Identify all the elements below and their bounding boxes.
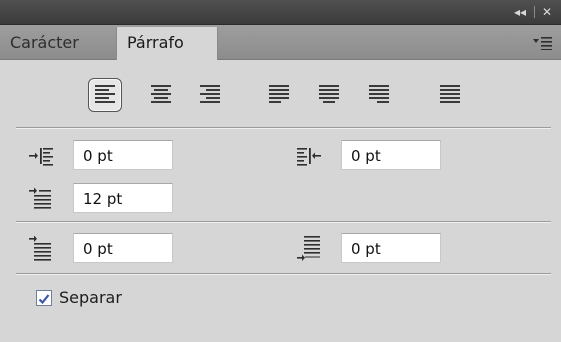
align-left-icon: [95, 85, 115, 103]
first-line-indent-field[interactable]: 12 pt: [73, 183, 173, 213]
justify-last-center-button[interactable]: [312, 78, 346, 112]
first-line-indent-icon: [28, 186, 58, 212]
align-right-button[interactable]: [193, 78, 227, 112]
tab-paragraph[interactable]: Párrafo: [116, 27, 218, 60]
left-indent-icon: [28, 143, 58, 169]
justify-last-center-icon: [319, 85, 339, 103]
hyphenate-checkbox[interactable]: [36, 290, 52, 306]
title-bar-separator: [534, 6, 535, 18]
right-indent-field[interactable]: 0 pt: [341, 140, 441, 170]
justify-all-button[interactable]: [433, 78, 467, 112]
justify-last-left-button[interactable]: [262, 78, 296, 112]
justify-last-left-icon: [269, 85, 289, 103]
align-center-icon: [151, 85, 171, 103]
right-indent-icon: [296, 143, 326, 169]
align-right-icon: [200, 85, 220, 103]
align-left-button[interactable]: [88, 78, 122, 112]
panel-title-bar[interactable]: ◂◂ ✕: [0, 0, 561, 25]
space-before-field[interactable]: 0 pt: [73, 233, 173, 263]
section-divider: [16, 221, 551, 223]
space-before-icon: [28, 235, 58, 261]
hyphenate-label[interactable]: Separar: [59, 288, 122, 308]
justify-last-right-icon: [369, 85, 389, 103]
checkmark-icon: [38, 294, 50, 305]
justify-last-right-button[interactable]: [362, 78, 396, 112]
collapse-arrows-icon[interactable]: ◂◂: [514, 4, 526, 20]
paragraph-panel: ◂◂ ✕ Carácter Párrafo 0 pt 0 pt 12 pt 0 …: [0, 0, 561, 342]
section-divider: [16, 273, 551, 275]
left-indent-field[interactable]: 0 pt: [73, 140, 173, 170]
panel-menu-icon[interactable]: [533, 35, 553, 50]
close-icon[interactable]: ✕: [542, 4, 552, 20]
space-after-icon: [296, 233, 326, 261]
align-center-button[interactable]: [144, 78, 178, 112]
tab-character[interactable]: Carácter: [0, 27, 121, 58]
justify-all-icon: [440, 85, 460, 103]
space-after-field[interactable]: 0 pt: [341, 233, 441, 263]
tab-strip: Carácter Párrafo: [0, 25, 561, 60]
section-divider: [16, 127, 551, 129]
